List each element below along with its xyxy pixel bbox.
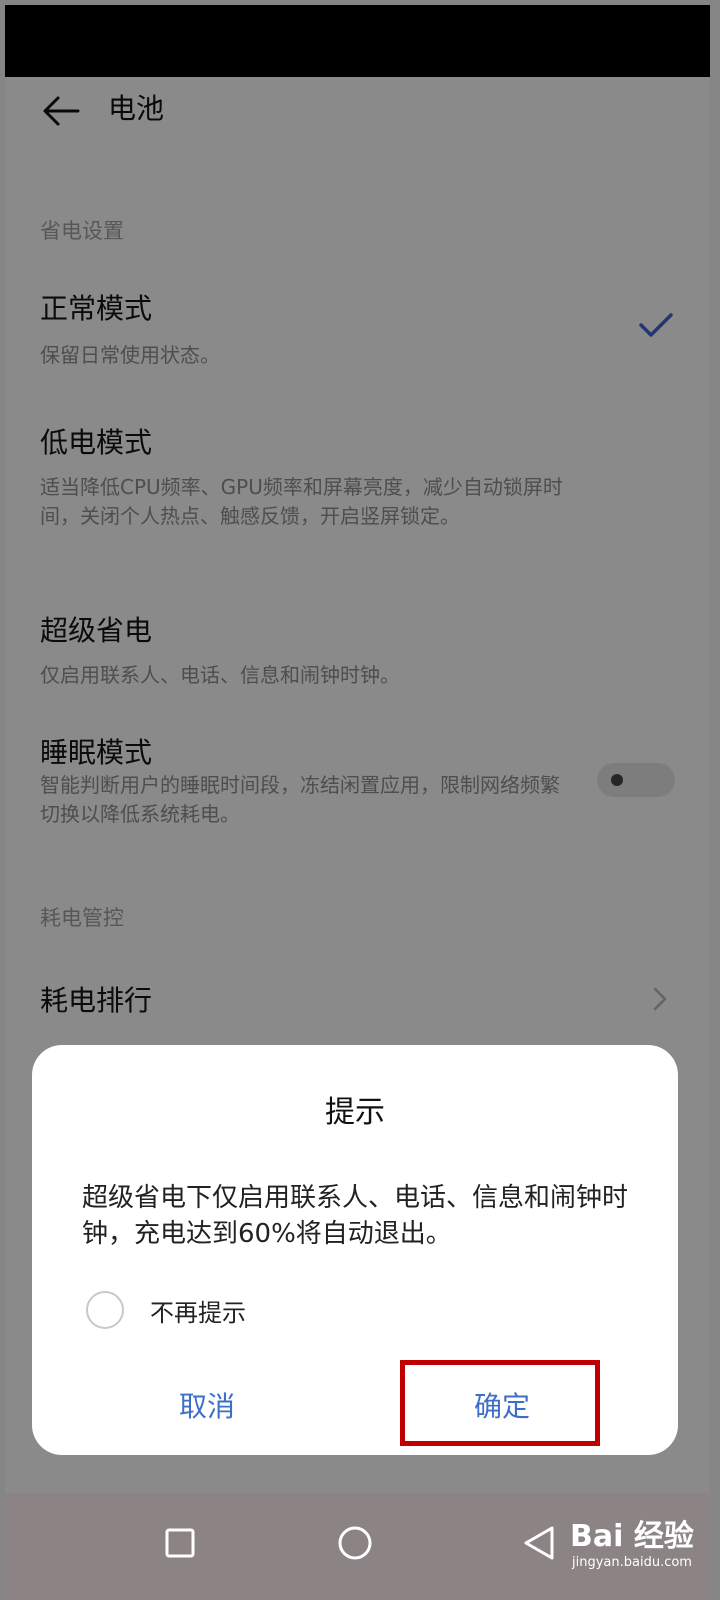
- circle-icon: [338, 1526, 372, 1560]
- home-button[interactable]: [325, 1513, 385, 1573]
- radio-circle-icon: [86, 1291, 124, 1329]
- square-icon: [165, 1528, 195, 1558]
- cancel-button[interactable]: 取消: [92, 1385, 322, 1425]
- dont-remind-label: 不再提示: [150, 1298, 246, 1327]
- dont-remind-checkbox[interactable]: 不再提示: [86, 1290, 246, 1330]
- baidu-jingyan-watermark: Bai 经验 jingyan.baidu.com: [560, 1503, 710, 1593]
- dialog-title: 提示: [325, 1095, 385, 1130]
- dialog-message: 超级省电下仅启用联系人、电话、信息和闹钟时钟，充电达到60%将自动退出。: [82, 1183, 629, 1249]
- watermark-brand: Bai 经验: [570, 1519, 694, 1554]
- navigation-bar: Bai 经验 jingyan.baidu.com: [5, 1493, 710, 1600]
- screen: 电池 省电设置 正常模式 保留日常使用状态。 低电模式 适当降低CPU频率、GP…: [5, 5, 710, 1600]
- recent-apps-button[interactable]: [150, 1513, 210, 1573]
- annotation-highlight-box: [400, 1360, 600, 1446]
- watermark-site: jingyan.baidu.com: [572, 1555, 692, 1570]
